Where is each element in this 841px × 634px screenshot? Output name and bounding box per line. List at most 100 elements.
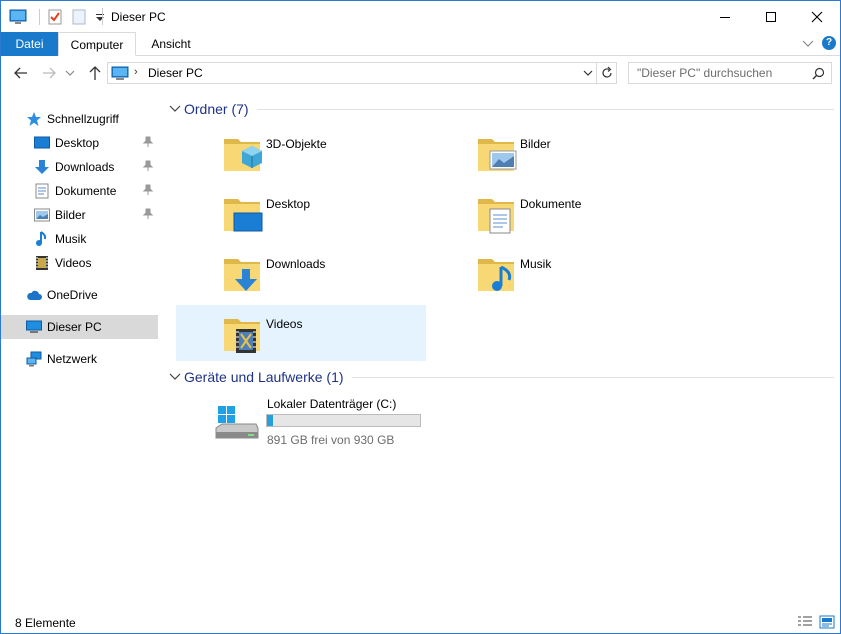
cloud-icon [26,287,42,303]
nav-item-this-pc[interactable]: Dieser PC [1,315,158,339]
this-pc-icon[interactable] [9,8,27,26]
navigation-pane: Schnellzugriff Desktop Downloads Dokumen… [1,91,161,606]
title-bar: Dieser PC [1,1,840,32]
address-row: › Dieser PC "Dieser PC" durchsuchen [1,57,840,89]
folder-label: Videos [266,317,303,331]
nav-item-videos[interactable]: Videos [1,251,158,275]
drive-label: Lokaler Datenträger (C:) [267,397,397,411]
chevron-down-icon[interactable] [169,370,181,384]
folder-label: 3D-Objekte [266,137,327,151]
search-box[interactable]: "Dieser PC" durchsuchen [628,62,832,84]
nav-label: Dieser PC [47,320,102,334]
folder-tile-music[interactable]: Musik [430,245,680,301]
address-dropdown-icon[interactable] [582,66,594,83]
drive-usage-bar [266,414,421,427]
qat-separator [39,9,40,25]
help-button[interactable]: ? [822,36,836,50]
chevron-down-icon[interactable] [169,102,181,116]
content-pane: Ordner (7) 3D-Objekte Bilder Desktop Dok… [161,91,840,606]
videos-icon [34,255,50,271]
explorer-window: Dieser PC Datei Computer Ansicht ? › Die… [0,0,841,634]
group-title: Geräte und Laufwerke (1) [184,369,344,385]
nav-item-documents[interactable]: Dokumente [1,179,158,203]
folder-tile-downloads[interactable]: Downloads [176,245,426,301]
music-icon [34,231,50,247]
expand-ribbon-icon[interactable] [802,37,814,51]
nav-label: Schnellzugriff [47,112,119,126]
new-folder-icon[interactable] [70,8,88,26]
address-bar[interactable]: › Dieser PC [107,62,617,84]
pin-icon[interactable] [142,184,154,199]
properties-icon[interactable] [46,8,64,26]
nav-item-network[interactable]: Netzwerk [1,347,158,371]
nav-label: Bilder [55,208,86,222]
folder-tile-documents[interactable]: Dokumente [430,185,680,241]
nav-label: Downloads [55,160,115,174]
tab-file[interactable]: Datei [1,32,58,56]
pin-icon[interactable] [142,208,154,223]
folder-label: Dokumente [520,197,582,211]
quick-access-toolbar [9,7,112,27]
maximize-button[interactable] [748,1,794,32]
details-view-icon[interactable] [797,615,813,632]
desktop-icon [34,135,50,151]
nav-item-pictures[interactable]: Bilder [1,203,158,227]
folder-tile-3d-objects[interactable]: 3D-Objekte [176,125,426,181]
folder-label: Downloads [266,257,326,271]
refresh-button[interactable] [596,63,616,83]
nav-label: Netzwerk [47,352,98,366]
pictures-folder-icon [474,129,522,177]
back-button[interactable] [11,63,31,83]
folder-label: Musik [520,257,552,271]
search-icon[interactable] [812,67,825,83]
star-icon [26,111,42,127]
group-divider [351,376,834,378]
ribbon: Datei Computer Ansicht ? [1,32,840,56]
pictures-icon [34,207,50,223]
up-button[interactable] [85,63,105,83]
tab-computer[interactable]: Computer [58,32,136,56]
nav-item-downloads[interactable]: Downloads [1,155,158,179]
breadcrumb-chevron-icon[interactable]: › [134,66,138,78]
folder-tile-pictures[interactable]: Bilder [430,125,680,181]
close-button[interactable] [794,1,840,32]
drive-usage-fill [267,415,274,426]
breadcrumb-item[interactable]: Dieser PC [148,66,203,80]
large-icons-view-icon[interactable] [819,615,835,632]
downloads-icon [34,159,50,175]
documents-folder-icon [474,189,522,237]
tab-view[interactable]: Ansicht [136,32,206,56]
nav-item-quick-access[interactable]: Schnellzugriff [1,107,158,131]
nav-item-onedrive[interactable]: OneDrive [1,283,158,307]
network-icon [26,351,42,367]
group-title: Ordner (7) [184,101,249,117]
hard-drive-icon [212,404,260,444]
drive-free-space: 891 GB frei von 930 GB [267,433,395,447]
nav-label: Videos [55,256,92,270]
folder-tile-desktop[interactable]: Desktop [176,185,426,241]
folder-label: Desktop [266,197,311,211]
drive-tile-c[interactable]: Lokaler Datenträger (C:) 891 GB frei von… [176,396,476,452]
recent-locations-icon[interactable] [63,63,77,83]
folder-label: Bilder [520,137,551,151]
window-title: Dieser PC [111,10,166,24]
minimize-button[interactable] [702,1,748,32]
folder-tile-videos[interactable]: Videos [176,305,426,361]
videos-folder-icon [220,309,268,357]
title-separator [102,8,103,25]
forward-button[interactable] [39,63,59,83]
desktop-folder-icon [220,189,268,237]
this-pc-icon [111,66,129,83]
group-header-folders[interactable]: Ordner (7) [169,99,834,119]
group-header-drives[interactable]: Geräte und Laufwerke (1) [169,367,834,387]
group-divider [256,108,834,110]
nav-item-desktop[interactable]: Desktop [1,131,158,155]
search-input[interactable]: "Dieser PC" durchsuchen [637,66,772,80]
pin-icon[interactable] [142,136,154,151]
nav-label: Musik [55,232,87,246]
nav-label: Desktop [55,136,100,150]
nav-item-music[interactable]: Musik [1,227,158,251]
3d-objects-folder-icon [220,129,268,177]
qat-dropdown-icon[interactable] [94,8,106,26]
pin-icon[interactable] [142,160,154,175]
